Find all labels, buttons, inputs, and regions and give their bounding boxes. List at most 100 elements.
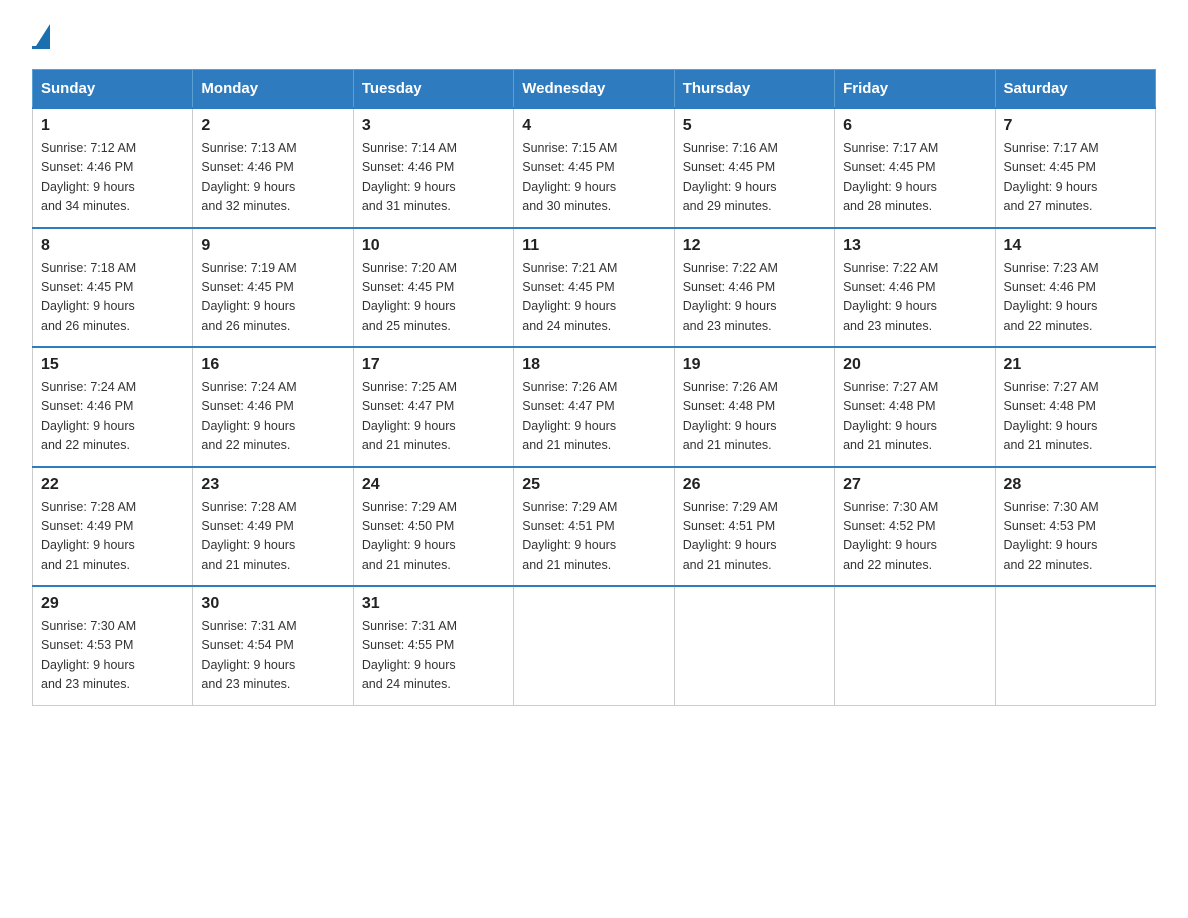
day-number: 19 (683, 356, 826, 374)
calendar-cell: 22 Sunrise: 7:28 AMSunset: 4:49 PMDaylig… (33, 467, 193, 587)
calendar-week-2: 8 Sunrise: 7:18 AMSunset: 4:45 PMDayligh… (33, 228, 1156, 348)
logo-underline (32, 46, 50, 49)
day-info: Sunrise: 7:25 AMSunset: 4:47 PMDaylight:… (362, 378, 505, 456)
calendar-cell: 11 Sunrise: 7:21 AMSunset: 4:45 PMDaylig… (514, 228, 674, 348)
day-info: Sunrise: 7:13 AMSunset: 4:46 PMDaylight:… (201, 139, 344, 217)
day-number: 3 (362, 117, 505, 135)
day-number: 24 (362, 476, 505, 494)
day-number: 2 (201, 117, 344, 135)
day-info: Sunrise: 7:24 AMSunset: 4:46 PMDaylight:… (201, 378, 344, 456)
calendar-cell (514, 586, 674, 705)
day-info: Sunrise: 7:20 AMSunset: 4:45 PMDaylight:… (362, 259, 505, 337)
calendar-cell: 29 Sunrise: 7:30 AMSunset: 4:53 PMDaylig… (33, 586, 193, 705)
day-number: 17 (362, 356, 505, 374)
day-info: Sunrise: 7:28 AMSunset: 4:49 PMDaylight:… (41, 498, 184, 576)
day-number: 14 (1004, 237, 1147, 255)
day-info: Sunrise: 7:15 AMSunset: 4:45 PMDaylight:… (522, 139, 665, 217)
calendar-header-row: SundayMondayTuesdayWednesdayThursdayFrid… (33, 70, 1156, 109)
calendar-cell: 2 Sunrise: 7:13 AMSunset: 4:46 PMDayligh… (193, 108, 353, 228)
calendar-cell: 4 Sunrise: 7:15 AMSunset: 4:45 PMDayligh… (514, 108, 674, 228)
day-number: 8 (41, 237, 184, 255)
day-number: 21 (1004, 356, 1147, 374)
col-header-sunday: Sunday (33, 70, 193, 109)
calendar-cell: 12 Sunrise: 7:22 AMSunset: 4:46 PMDaylig… (674, 228, 834, 348)
day-info: Sunrise: 7:29 AMSunset: 4:51 PMDaylight:… (683, 498, 826, 576)
calendar-cell (674, 586, 834, 705)
calendar-cell: 24 Sunrise: 7:29 AMSunset: 4:50 PMDaylig… (353, 467, 513, 587)
day-info: Sunrise: 7:19 AMSunset: 4:45 PMDaylight:… (201, 259, 344, 337)
day-number: 22 (41, 476, 184, 494)
day-number: 15 (41, 356, 184, 374)
day-info: Sunrise: 7:26 AMSunset: 4:47 PMDaylight:… (522, 378, 665, 456)
calendar-cell: 16 Sunrise: 7:24 AMSunset: 4:46 PMDaylig… (193, 347, 353, 467)
day-info: Sunrise: 7:14 AMSunset: 4:46 PMDaylight:… (362, 139, 505, 217)
calendar-cell: 15 Sunrise: 7:24 AMSunset: 4:46 PMDaylig… (33, 347, 193, 467)
day-number: 1 (41, 117, 184, 135)
calendar-cell: 9 Sunrise: 7:19 AMSunset: 4:45 PMDayligh… (193, 228, 353, 348)
logo-triangle-icon (36, 24, 50, 46)
calendar-cell: 10 Sunrise: 7:20 AMSunset: 4:45 PMDaylig… (353, 228, 513, 348)
day-number: 23 (201, 476, 344, 494)
calendar-cell: 28 Sunrise: 7:30 AMSunset: 4:53 PMDaylig… (995, 467, 1155, 587)
day-info: Sunrise: 7:21 AMSunset: 4:45 PMDaylight:… (522, 259, 665, 337)
col-header-saturday: Saturday (995, 70, 1155, 109)
day-number: 6 (843, 117, 986, 135)
day-info: Sunrise: 7:29 AMSunset: 4:51 PMDaylight:… (522, 498, 665, 576)
calendar-cell: 31 Sunrise: 7:31 AMSunset: 4:55 PMDaylig… (353, 586, 513, 705)
calendar-cell: 6 Sunrise: 7:17 AMSunset: 4:45 PMDayligh… (835, 108, 995, 228)
day-number: 31 (362, 595, 505, 613)
day-info: Sunrise: 7:30 AMSunset: 4:53 PMDaylight:… (41, 617, 184, 695)
day-info: Sunrise: 7:16 AMSunset: 4:45 PMDaylight:… (683, 139, 826, 217)
col-header-tuesday: Tuesday (353, 70, 513, 109)
day-number: 27 (843, 476, 986, 494)
day-number: 5 (683, 117, 826, 135)
calendar-cell: 21 Sunrise: 7:27 AMSunset: 4:48 PMDaylig… (995, 347, 1155, 467)
day-number: 18 (522, 356, 665, 374)
day-info: Sunrise: 7:31 AMSunset: 4:54 PMDaylight:… (201, 617, 344, 695)
calendar-week-1: 1 Sunrise: 7:12 AMSunset: 4:46 PMDayligh… (33, 108, 1156, 228)
logo (32, 24, 50, 49)
calendar-cell: 27 Sunrise: 7:30 AMSunset: 4:52 PMDaylig… (835, 467, 995, 587)
calendar-cell: 5 Sunrise: 7:16 AMSunset: 4:45 PMDayligh… (674, 108, 834, 228)
calendar-cell: 13 Sunrise: 7:22 AMSunset: 4:46 PMDaylig… (835, 228, 995, 348)
day-number: 10 (362, 237, 505, 255)
day-number: 4 (522, 117, 665, 135)
calendar-cell: 25 Sunrise: 7:29 AMSunset: 4:51 PMDaylig… (514, 467, 674, 587)
day-info: Sunrise: 7:17 AMSunset: 4:45 PMDaylight:… (1004, 139, 1147, 217)
day-number: 26 (683, 476, 826, 494)
calendar-cell: 14 Sunrise: 7:23 AMSunset: 4:46 PMDaylig… (995, 228, 1155, 348)
calendar-cell (835, 586, 995, 705)
col-header-wednesday: Wednesday (514, 70, 674, 109)
day-number: 11 (522, 237, 665, 255)
day-number: 29 (41, 595, 184, 613)
day-info: Sunrise: 7:22 AMSunset: 4:46 PMDaylight:… (843, 259, 986, 337)
day-number: 28 (1004, 476, 1147, 494)
day-info: Sunrise: 7:27 AMSunset: 4:48 PMDaylight:… (843, 378, 986, 456)
calendar-cell: 1 Sunrise: 7:12 AMSunset: 4:46 PMDayligh… (33, 108, 193, 228)
day-number: 25 (522, 476, 665, 494)
day-info: Sunrise: 7:18 AMSunset: 4:45 PMDaylight:… (41, 259, 184, 337)
day-number: 20 (843, 356, 986, 374)
day-info: Sunrise: 7:12 AMSunset: 4:46 PMDaylight:… (41, 139, 184, 217)
calendar-cell: 17 Sunrise: 7:25 AMSunset: 4:47 PMDaylig… (353, 347, 513, 467)
calendar-week-4: 22 Sunrise: 7:28 AMSunset: 4:49 PMDaylig… (33, 467, 1156, 587)
calendar-cell: 30 Sunrise: 7:31 AMSunset: 4:54 PMDaylig… (193, 586, 353, 705)
day-number: 13 (843, 237, 986, 255)
col-header-friday: Friday (835, 70, 995, 109)
calendar-cell: 19 Sunrise: 7:26 AMSunset: 4:48 PMDaylig… (674, 347, 834, 467)
col-header-thursday: Thursday (674, 70, 834, 109)
day-info: Sunrise: 7:30 AMSunset: 4:52 PMDaylight:… (843, 498, 986, 576)
page-header (32, 24, 1156, 49)
day-number: 12 (683, 237, 826, 255)
calendar-week-5: 29 Sunrise: 7:30 AMSunset: 4:53 PMDaylig… (33, 586, 1156, 705)
day-info: Sunrise: 7:31 AMSunset: 4:55 PMDaylight:… (362, 617, 505, 695)
calendar-cell (995, 586, 1155, 705)
calendar-week-3: 15 Sunrise: 7:24 AMSunset: 4:46 PMDaylig… (33, 347, 1156, 467)
day-info: Sunrise: 7:30 AMSunset: 4:53 PMDaylight:… (1004, 498, 1147, 576)
calendar-cell: 3 Sunrise: 7:14 AMSunset: 4:46 PMDayligh… (353, 108, 513, 228)
calendar-cell: 23 Sunrise: 7:28 AMSunset: 4:49 PMDaylig… (193, 467, 353, 587)
day-info: Sunrise: 7:28 AMSunset: 4:49 PMDaylight:… (201, 498, 344, 576)
day-info: Sunrise: 7:27 AMSunset: 4:48 PMDaylight:… (1004, 378, 1147, 456)
day-info: Sunrise: 7:17 AMSunset: 4:45 PMDaylight:… (843, 139, 986, 217)
col-header-monday: Monday (193, 70, 353, 109)
